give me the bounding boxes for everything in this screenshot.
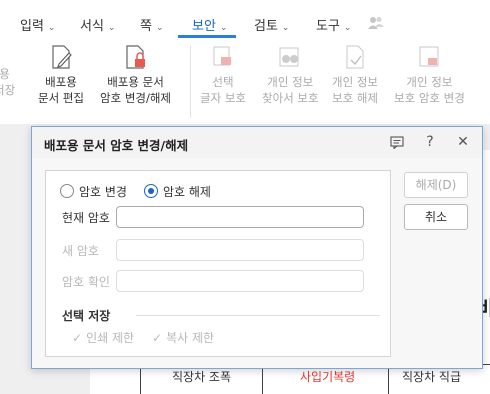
chevron-down-icon: ⌄ bbox=[219, 23, 228, 33]
group-divider bbox=[136, 315, 380, 316]
password-settings-panel: 암호 변경 암호 해제 현재 암호 새 암호 암호 확인 선택 저장 ✓ 인쇄 제… bbox=[45, 170, 391, 357]
personal-info-password-button[interactable]: 개인 정보 보호 암호 변경 bbox=[394, 44, 465, 106]
ribbon-save-partial[interactable]: 용 저장 bbox=[0, 66, 15, 98]
menu-tab-format[interactable]: 서식 ⌄ bbox=[80, 15, 115, 34]
restrict-copy-checkbox[interactable]: ✓ 복사 제한 bbox=[152, 329, 214, 346]
ribbon-toolbar: 용 저장 배포용 문서 편집 배포용 문서 암호 변경/해제 선택 글자 보호 bbox=[0, 38, 490, 124]
close-icon[interactable]: ✕ bbox=[454, 133, 472, 151]
current-password-label: 현재 암호 bbox=[62, 211, 110, 225]
find-protect-personal-info-button[interactable]: 개인 정보 찾아서 보호 bbox=[262, 44, 319, 106]
document-lock-icon bbox=[125, 45, 145, 69]
new-password-input[interactable] bbox=[116, 239, 364, 261]
menu-tab-review[interactable]: 검토 ⌄ bbox=[254, 15, 289, 34]
release-password-radio[interactable]: 암호 해제 bbox=[144, 183, 211, 200]
text-lock-icon bbox=[213, 46, 231, 66]
document-unlock-icon bbox=[346, 45, 364, 69]
edit-distribution-doc-button[interactable]: 배포용 문서 편집 bbox=[38, 44, 84, 106]
menu-tab-security[interactable]: 보안 ⌄ bbox=[192, 15, 227, 34]
change-release-password-dialog: 배포용 문서 암호 변경/해제 ? ✕ 암호 변경 암호 해제 현재 암호 새 … bbox=[31, 126, 483, 369]
table-cell: 직장차 직급 bbox=[402, 370, 462, 384]
chevron-down-icon: ⌄ bbox=[281, 23, 290, 33]
radio-off-icon bbox=[60, 184, 74, 198]
restrict-print-checkbox[interactable]: ✓ 인쇄 제한 bbox=[72, 329, 134, 346]
dialog-title-bar[interactable]: 배포용 문서 암호 변경/해제 ? ✕ bbox=[32, 127, 482, 158]
change-password-radio[interactable]: 암호 변경 bbox=[60, 183, 127, 200]
current-password-input[interactable] bbox=[116, 206, 364, 228]
new-password-label: 새 암호 bbox=[62, 244, 99, 258]
menu-tab-input[interactable]: 입력 ⌄ bbox=[20, 15, 55, 34]
table-border bbox=[262, 365, 263, 394]
document-key-icon bbox=[419, 46, 439, 67]
confirm-password-input[interactable] bbox=[116, 270, 364, 292]
release-button[interactable]: 해제(D) bbox=[404, 172, 468, 198]
change-release-password-button[interactable]: 배포용 문서 암호 변경/해제 bbox=[100, 44, 171, 106]
dialog-title: 배포용 문서 암호 변경/해제 bbox=[44, 138, 189, 153]
checkmark-icon: ✓ bbox=[152, 331, 163, 345]
ribbon-separator bbox=[190, 46, 191, 118]
confirm-password-label: 암호 확인 bbox=[62, 275, 110, 289]
table-cell: 직장차 조폭 bbox=[172, 370, 232, 384]
menu-tab-page[interactable]: 쪽 ⌄ bbox=[140, 15, 164, 34]
radio-on-icon bbox=[144, 184, 158, 198]
checkmark-icon: ✓ bbox=[72, 331, 83, 345]
ribbon-menu-bar: 입력 ⌄ 서식 ⌄ 쪽 ⌄ 보안 ⌄ 검토 ⌄ 도구 ⌄ bbox=[0, 0, 490, 38]
chevron-down-icon: ⌄ bbox=[343, 23, 352, 33]
release-personal-info-button[interactable]: 개인 정보 보호 해제 bbox=[332, 44, 378, 106]
people-icon[interactable] bbox=[368, 16, 384, 29]
chevron-down-icon: ⌄ bbox=[155, 23, 164, 33]
document-edit-icon bbox=[52, 45, 72, 69]
binoculars-icon bbox=[279, 47, 299, 67]
table-border bbox=[140, 365, 141, 394]
cancel-button[interactable]: 취소 bbox=[404, 204, 468, 230]
table-border bbox=[388, 365, 389, 394]
protect-selected-text-button[interactable]: 선택 글자 보호 bbox=[200, 44, 246, 106]
help-icon[interactable]: ? bbox=[421, 133, 439, 151]
table-cell: 사입기복령 bbox=[300, 370, 356, 384]
chevron-down-icon: ⌄ bbox=[107, 23, 116, 33]
chevron-down-icon: ⌄ bbox=[47, 23, 56, 33]
save-options-group-title: 선택 저장 bbox=[62, 309, 111, 323]
menu-tab-tools[interactable]: 도구 ⌄ bbox=[316, 15, 351, 34]
comment-icon[interactable] bbox=[388, 133, 406, 151]
